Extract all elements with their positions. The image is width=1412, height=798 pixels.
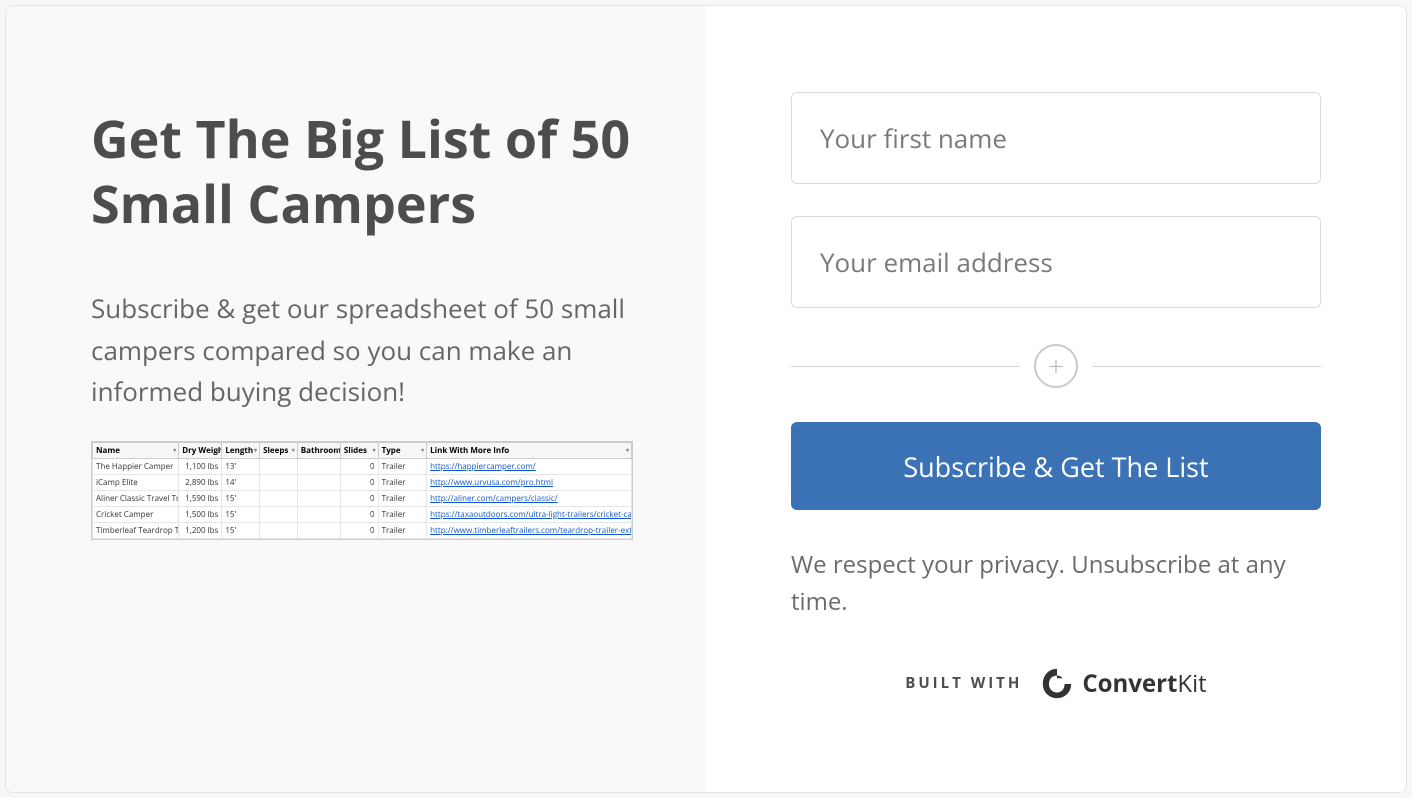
col-header: Link With More Info — [427, 442, 632, 458]
headline: Get The Big List of 50 Small Campers — [91, 106, 646, 236]
table-row: Cricket Camper1,500 lbs15'0Trailerhttps:… — [93, 506, 632, 522]
table-row: Timberleaf Teardrop Trailer1,200 lbs15'0… — [93, 522, 632, 538]
built-with-link[interactable]: BUILT WITH ConvertKit — [791, 666, 1321, 700]
col-header: Dry Weight — [179, 442, 222, 458]
first-name-input[interactable] — [791, 92, 1321, 184]
table-row: The Happier Camper1,100 lbs13'0Trailerht… — [93, 458, 632, 474]
convertkit-logo-icon — [1040, 666, 1074, 700]
right-panel: + Subscribe & Get The List We respect yo… — [706, 6, 1406, 792]
privacy-text: We respect your privacy. Unsubscribe at … — [791, 546, 1321, 620]
plus-icon: + — [1048, 352, 1064, 380]
add-field-button[interactable]: + — [1034, 344, 1078, 388]
spreadsheet-preview-image: Name Dry Weight Length Sleeps Bathroom S… — [91, 441, 633, 540]
subscribe-button[interactable]: Subscribe & Get The List — [791, 422, 1321, 510]
divider-line — [1092, 366, 1321, 367]
col-header: Type — [378, 442, 427, 458]
divider-line — [791, 366, 1020, 367]
col-header: Length — [222, 442, 260, 458]
col-header: Name — [93, 442, 179, 458]
built-with-label: BUILT WITH — [905, 673, 1022, 693]
subheadline: Subscribe & get our spreadsheet of 50 sm… — [91, 288, 646, 413]
divider: + — [791, 344, 1321, 388]
spreadsheet-header-row: Name Dry Weight Length Sleeps Bathroom S… — [93, 442, 632, 458]
col-header: Bathroom — [297, 442, 340, 458]
col-header: Sleeps — [260, 442, 298, 458]
email-input[interactable] — [791, 216, 1321, 308]
convertkit-wordmark: ConvertKit — [1082, 667, 1206, 700]
convertkit-logo: ConvertKit — [1040, 666, 1206, 700]
left-panel: Get The Big List of 50 Small Campers Sub… — [6, 6, 706, 792]
table-row: iCamp Elite2,890 lbs14'0Trailerhttp://ww… — [93, 474, 632, 490]
col-header: Slides — [340, 442, 378, 458]
table-row: Aliner Classic Travel Trailer1,590 lbs15… — [93, 490, 632, 506]
signup-card: Get The Big List of 50 Small Campers Sub… — [5, 5, 1407, 793]
